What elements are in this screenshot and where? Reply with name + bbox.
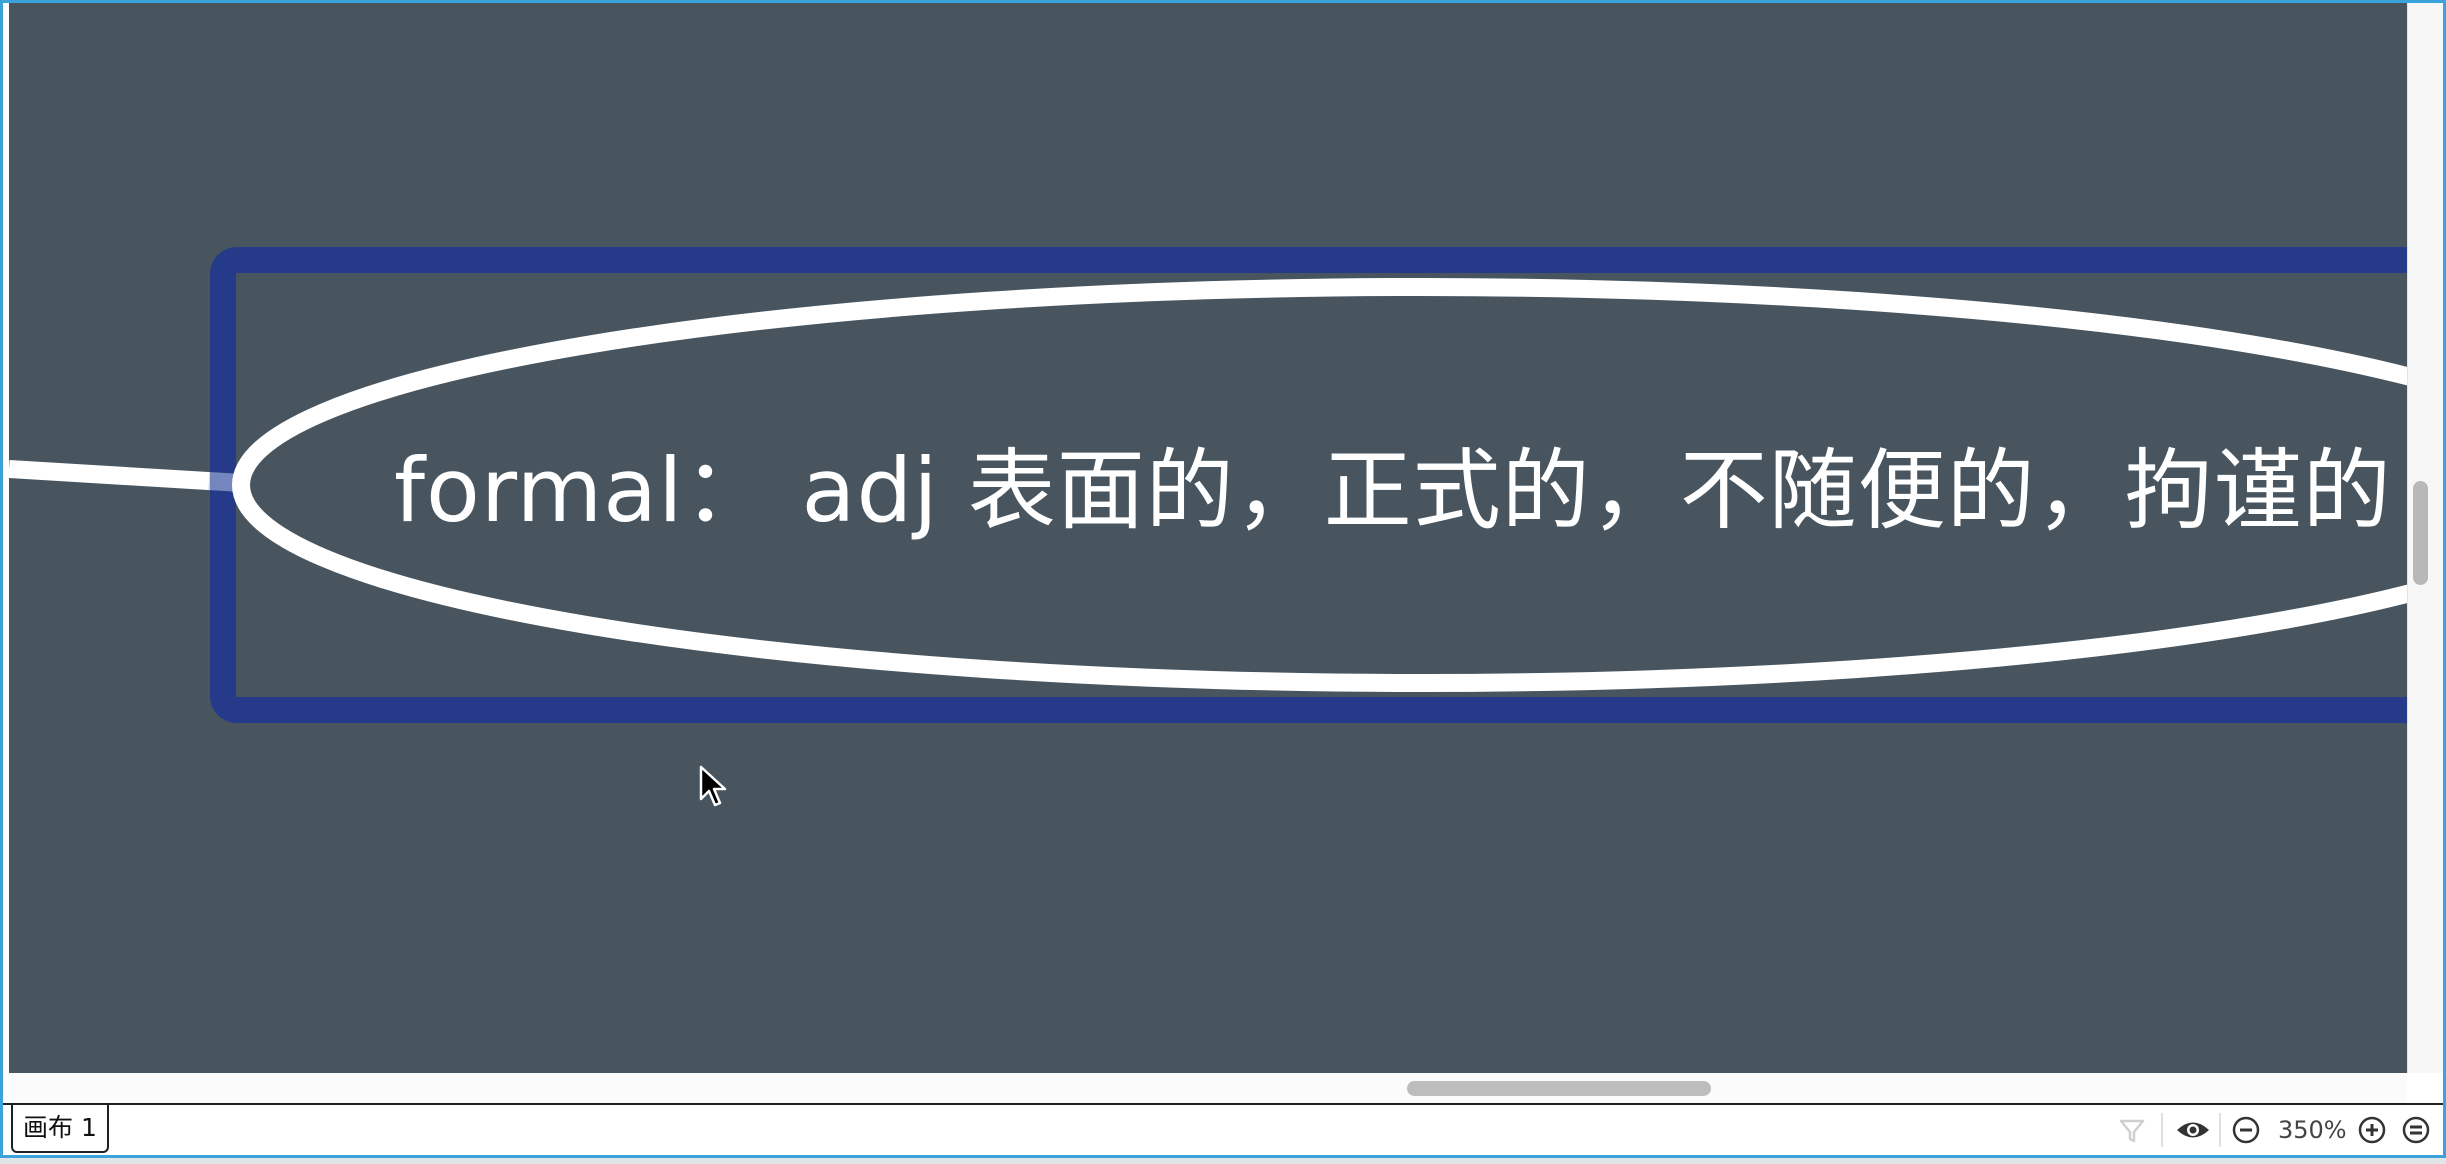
vertical-scrollbar-thumb[interactable] bbox=[2413, 481, 2428, 585]
zoom-level[interactable]: 350% bbox=[2278, 1115, 2347, 1145]
app-window: formal： adj 表面的，正式的，不随便的，拘谨的 画布 1 350% bbox=[0, 0, 2446, 1158]
horizontal-scrollbar[interactable] bbox=[9, 1073, 2407, 1103]
eye-icon[interactable] bbox=[2175, 1115, 2211, 1145]
status-divider bbox=[2161, 1113, 2163, 1147]
mouse-cursor-icon bbox=[699, 765, 727, 807]
status-bar: 画布 1 350% bbox=[3, 1103, 2443, 1155]
horizontal-scrollbar-thumb[interactable] bbox=[1407, 1081, 1711, 1096]
zoom-in-icon[interactable] bbox=[2357, 1115, 2387, 1145]
topic-text[interactable]: formal： adj 表面的，正式的，不随便的，拘谨的 bbox=[394, 441, 2392, 541]
filter-icon[interactable] bbox=[2117, 1115, 2147, 1145]
status-divider bbox=[2219, 1113, 2221, 1147]
sheet-tab[interactable]: 画布 1 bbox=[11, 1105, 109, 1153]
mind-map-canvas[interactable]: formal： adj 表面的，正式的，不随便的，拘谨的 bbox=[9, 3, 2407, 1073]
fit-to-window-icon[interactable] bbox=[2401, 1115, 2431, 1145]
topic-connector-line bbox=[9, 460, 242, 492]
zoom-out-icon[interactable] bbox=[2231, 1115, 2261, 1145]
